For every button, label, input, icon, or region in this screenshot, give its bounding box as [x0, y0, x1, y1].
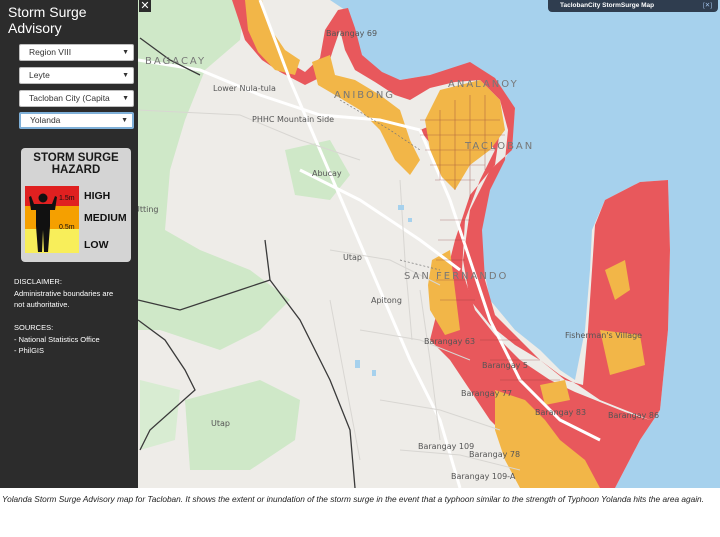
place-label: Barangay 86: [608, 411, 659, 420]
place-label: Barangay 109: [418, 442, 474, 451]
place-label: Lower Nula-tula: [213, 84, 276, 93]
figure-caption: Yolanda Storm Surge Advisory map for Tac…: [2, 494, 704, 504]
hazard-legend: STORM SURGE HAZARD 1.5m 0.5m HIGH MEDIUM…: [21, 148, 131, 262]
disclaimer-heading: DISCLAIMER:: [14, 277, 62, 286]
chevron-down-icon: ▼: [122, 72, 129, 79]
province-dropdown-value: Leyte: [29, 70, 50, 80]
close-icon[interactable]: ✕: [139, 0, 151, 12]
legend-high-label: HIGH: [84, 190, 111, 202]
district-label: TACLOBAN: [464, 141, 534, 152]
district-label: ANIBONG: [334, 90, 395, 101]
city-dropdown-value: Tacloban City (Capita: [29, 93, 110, 103]
chevron-down-icon: ▼: [122, 49, 129, 56]
park-area: [140, 380, 180, 450]
sidebar-title: Storm Surge Advisory: [8, 4, 87, 36]
place-label: Barangay 5: [482, 361, 528, 370]
place-label: Barangay 83: [535, 408, 586, 417]
place-label: Barangay 63: [424, 337, 475, 346]
place-label: Fisherman's Village: [565, 331, 642, 340]
legend-title: STORM SURGE HAZARD: [33, 152, 119, 176]
place-label: Barangay 69: [326, 29, 377, 38]
district-label: ANALANOY: [448, 79, 519, 90]
source-item: - National Statistics Office: [14, 335, 100, 344]
chevron-down-icon: ▼: [121, 117, 128, 124]
legend-medium-label: MEDIUM: [84, 212, 127, 224]
map-title-badge: TaclobanCity StormSurge Map [✕]: [548, 0, 718, 12]
place-label: Abucay: [312, 169, 342, 178]
expand-icon[interactable]: [✕]: [703, 0, 712, 12]
province-dropdown[interactable]: Leyte ▼: [19, 67, 134, 84]
sources-heading: SOURCES:: [14, 323, 54, 332]
person-silhouette-icon: [29, 193, 57, 252]
legend-mark-medium: 0.5m: [59, 224, 75, 231]
disclaimer-text: Administrative boundaries are not author…: [14, 289, 114, 309]
district-label: SAN FERNANDO: [404, 271, 508, 282]
chevron-down-icon: ▼: [122, 95, 129, 102]
place-label: Utap: [211, 419, 230, 428]
place-label: PHHC Mountain Side: [252, 115, 334, 124]
district-label: BAGACAY: [145, 56, 206, 67]
place-label: Utap: [343, 253, 362, 262]
typhoon-dropdown[interactable]: Yolanda ▼: [19, 112, 134, 129]
source-item: - PhilGIS: [14, 346, 45, 355]
legend-mark-high: 1.5m: [59, 195, 75, 202]
place-label: Apitong: [371, 296, 402, 305]
map-title: TaclobanCity StormSurge Map: [560, 2, 655, 9]
city-dropdown[interactable]: Tacloban City (Capita ▼: [19, 90, 134, 107]
typhoon-dropdown-value: Yolanda: [30, 115, 61, 125]
place-label: Barangay 109-A: [451, 472, 516, 481]
place-label: Barangay 77: [461, 389, 512, 398]
region-dropdown[interactable]: Region VIII ▼: [19, 44, 134, 61]
advisory-sidebar: Storm Surge Advisory Region VIII ▼ Leyte…: [0, 0, 138, 488]
legend-low-label: LOW: [84, 239, 109, 251]
place-label: Barangay 78: [469, 450, 520, 459]
region-dropdown-value: Region VIII: [29, 47, 72, 57]
